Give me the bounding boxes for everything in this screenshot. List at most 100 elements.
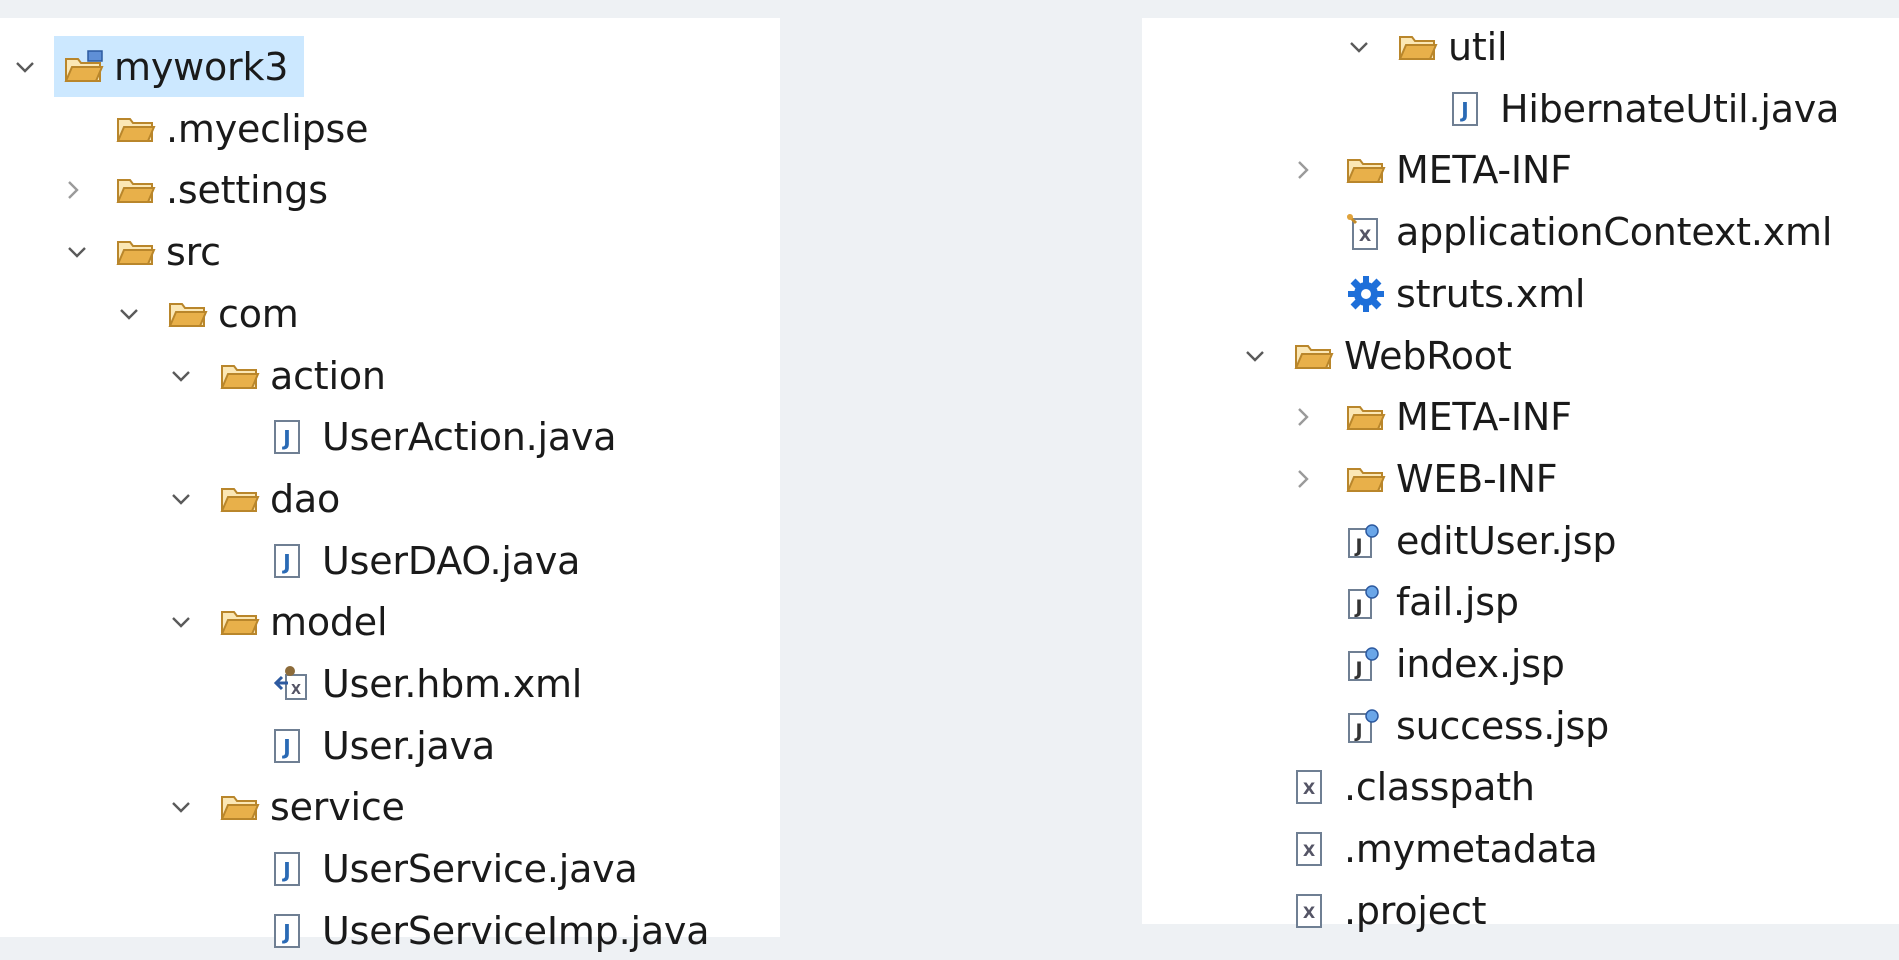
java-file-icon: J: [1450, 80, 1500, 138]
tree-item-meta-inf[interactable]: META-INF: [1296, 388, 1572, 446]
folder-icon: [116, 223, 166, 281]
folder-icon: [220, 778, 270, 836]
chevron-down-icon[interactable]: [1244, 327, 1294, 385]
svg-text:J: J: [1353, 658, 1362, 680]
chevron-down-icon[interactable]: [170, 470, 220, 528]
tree-item-webroot[interactable]: WebRoot: [1244, 327, 1512, 385]
tree-item-dao[interactable]: dao: [170, 470, 340, 528]
tree-item-user-hbm-xml[interactable]: X User.hbm.xml: [222, 655, 582, 713]
tree-item-label: action: [270, 353, 386, 398]
chevron-down-icon[interactable]: [170, 593, 220, 651]
folder-icon: [220, 593, 270, 651]
tree-item-label: applicationContext.xml: [1396, 210, 1833, 255]
java-file-icon: J: [272, 532, 322, 590]
svg-text:J: J: [1353, 535, 1362, 557]
tree-item-meta-inf[interactable]: META-INF: [1296, 141, 1572, 199]
xml-file-icon: X: [1294, 820, 1344, 878]
svg-text:J: J: [1353, 720, 1362, 742]
jsp-file-icon: J: [1346, 697, 1396, 755]
tree-item-index-jsp[interactable]: Jindex.jsp: [1296, 635, 1565, 693]
tree-item-label: src: [166, 230, 221, 275]
tree-item-user-java[interactable]: J User.java: [222, 717, 495, 775]
tree-item-label: dao: [270, 476, 341, 521]
folder-icon: [1398, 18, 1448, 76]
chevron-right-icon[interactable]: [1296, 388, 1346, 446]
folder-icon: [116, 161, 166, 219]
tree-item-mymetadata[interactable]: X .mymetadata: [1244, 820, 1598, 878]
folder-icon: [220, 347, 270, 405]
svg-text:X: X: [1359, 226, 1372, 245]
tree-item-myeclipse[interactable]: .myeclipse: [66, 100, 368, 158]
chevron-down-icon[interactable]: [1348, 18, 1398, 76]
chevron-right-icon[interactable]: [1296, 450, 1346, 508]
tree-item-userservice-java[interactable]: J UserService.java: [222, 840, 638, 898]
folder-icon: [1294, 327, 1344, 385]
chevron-right-icon[interactable]: [66, 161, 116, 219]
svg-text:X: X: [1303, 779, 1316, 798]
tree-item-util[interactable]: util: [1348, 18, 1508, 76]
tree-item-mywork3[interactable]: mywork3: [14, 38, 288, 96]
tree-item-edituser-jsp[interactable]: JeditUser.jsp: [1296, 512, 1616, 570]
tree-item-src[interactable]: src: [66, 223, 221, 281]
tree-item-label: META-INF: [1396, 148, 1572, 193]
tree-item-action[interactable]: action: [170, 347, 386, 405]
tree-item-struts-xml[interactable]: struts.xml: [1296, 265, 1585, 323]
tree-item-useraction-java[interactable]: J UserAction.java: [222, 408, 617, 466]
tree-item-label: util: [1448, 25, 1508, 69]
folder-icon: [220, 470, 270, 528]
chevron-down-icon[interactable]: [14, 38, 64, 96]
tree-item-label: mywork3: [114, 45, 289, 89]
tree-item-settings[interactable]: .settings: [66, 161, 328, 219]
svg-text:J: J: [281, 920, 290, 944]
xml-file-icon: X: [1294, 758, 1344, 816]
tree-item-web-inf[interactable]: WEB-INF: [1296, 450, 1558, 508]
tree-item-label: UserServiceImp.java: [322, 908, 710, 953]
chevron-down-icon[interactable]: [170, 778, 220, 836]
xml-file-icon: X: [1294, 882, 1344, 940]
java-file-icon: J: [272, 408, 322, 466]
chevron-down-icon[interactable]: [118, 285, 168, 343]
tree-item-label: success.jsp: [1396, 703, 1609, 748]
tree-item-userdao-java[interactable]: J UserDAO.java: [222, 532, 580, 590]
folder-icon: [116, 100, 166, 158]
folder-icon: [168, 285, 218, 343]
tree-item-service[interactable]: service: [170, 778, 405, 836]
chevron-right-icon[interactable]: [1296, 141, 1346, 199]
svg-text:J: J: [1353, 596, 1362, 618]
java-file-icon: J: [272, 717, 322, 775]
tree-item-classpath[interactable]: X .classpath: [1244, 758, 1535, 816]
tree-item-label: HibernateUtil.java: [1500, 86, 1840, 131]
project-explorer-left-panel: mywork3 .myeclipse .settings src com action J U…: [0, 18, 780, 953]
folder-icon: [1346, 141, 1396, 199]
folder-icon: [1346, 450, 1396, 508]
tree-item-success-jsp[interactable]: Jsuccess.jsp: [1296, 697, 1609, 755]
tree-item-label: editUser.jsp: [1396, 518, 1617, 563]
tree-item-hibernateutil-java[interactable]: J HibernateUtil.java: [1400, 80, 1839, 138]
svg-text:J: J: [281, 550, 290, 574]
tree-item-label: .classpath: [1344, 765, 1535, 810]
chevron-down-icon[interactable]: [170, 347, 220, 405]
tree-item-model[interactable]: model: [170, 593, 388, 651]
tree-item-applicationcontext-xml[interactable]: XapplicationContext.xml: [1296, 203, 1832, 261]
tree-item-com[interactable]: com: [118, 285, 299, 343]
tree-item-label: .mymetadata: [1344, 827, 1598, 872]
java-file-icon: J: [272, 902, 322, 960]
tree-item-label: User.hbm.xml: [322, 662, 583, 706]
tree-item-fail-jsp[interactable]: Jfail.jsp: [1296, 573, 1519, 631]
tree-item-project[interactable]: X .project: [1244, 882, 1487, 940]
tree-item-userserviceimp-java[interactable]: J UserServiceImp.java: [222, 902, 709, 960]
tree-item-label: struts.xml: [1396, 271, 1586, 316]
chevron-down-icon[interactable]: [66, 223, 116, 281]
